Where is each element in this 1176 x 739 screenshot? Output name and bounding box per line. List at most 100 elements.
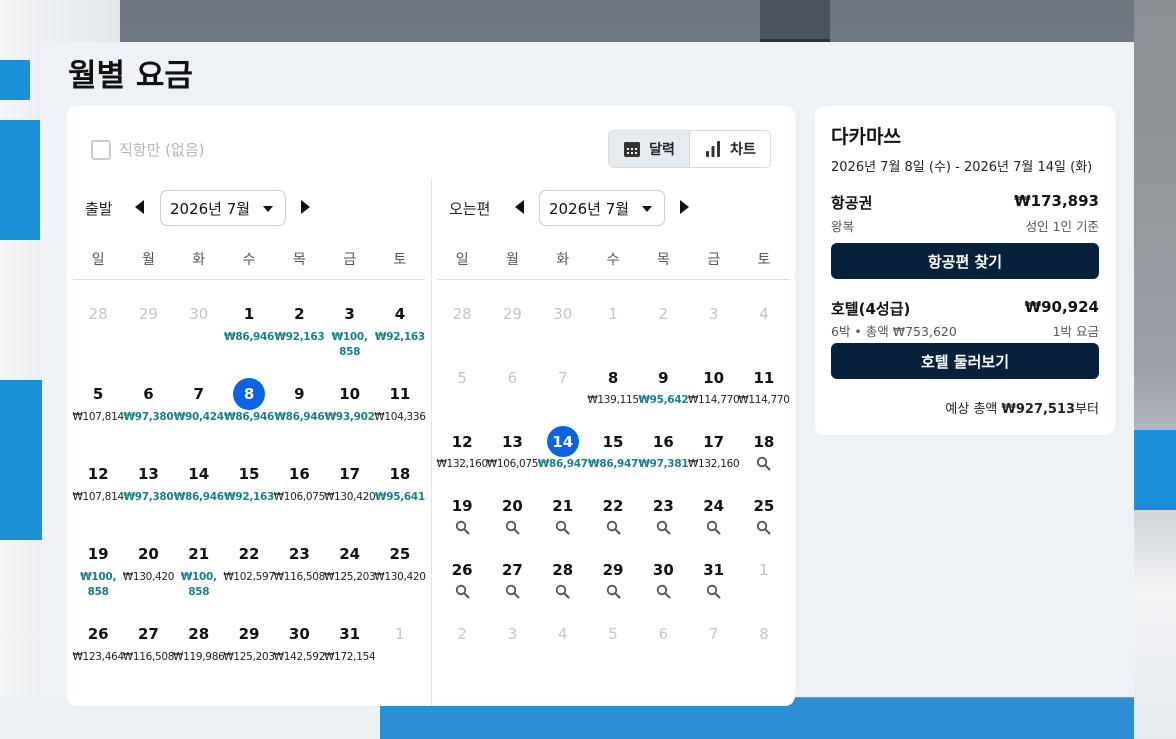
- day-cell[interactable]: 29 ₩125,203: [223, 600, 275, 680]
- depart-month-select[interactable]: 2026년 7월: [160, 190, 286, 226]
- day-cell[interactable]: 17 ₩132,160: [687, 408, 740, 472]
- search-icon[interactable]: [706, 520, 721, 535]
- day-cell[interactable]: 24 ₩125,203: [324, 520, 376, 600]
- day-cell[interactable]: 16 ₩106,075: [274, 440, 326, 520]
- browse-hotels-button[interactable]: 호텔 둘러보기: [831, 343, 1099, 379]
- depart-prev-month-icon[interactable]: [135, 200, 144, 214]
- day-number: 7: [334, 698, 366, 706]
- day-number: 3: [507, 625, 518, 643]
- day-number: 28: [188, 625, 210, 643]
- chart-view-button[interactable]: 차트: [690, 131, 770, 167]
- day-number: 23: [652, 497, 674, 515]
- day-cell[interactable]: 25: [739, 472, 789, 536]
- search-icon[interactable]: [555, 520, 570, 535]
- day-cell[interactable]: 28: [538, 536, 588, 600]
- day-number: 19: [87, 545, 109, 563]
- checkbox-box[interactable]: [91, 139, 111, 160]
- day-cell[interactable]: 13 ₩97,380: [123, 440, 173, 520]
- search-icon[interactable]: [555, 584, 570, 599]
- return-prev-month-icon[interactable]: [515, 200, 524, 214]
- day-cell[interactable]: 9 ₩95,642: [638, 344, 688, 408]
- day-cell[interactable]: 30 ₩142,592: [273, 600, 326, 680]
- day-cell[interactable]: 19: [437, 472, 487, 536]
- direct-only-checkbox[interactable]: 직항만 (없음): [91, 139, 204, 160]
- total-value: ₩927,513: [1001, 402, 1076, 417]
- search-icon[interactable]: [606, 520, 621, 535]
- day-cell[interactable]: 27: [487, 536, 537, 600]
- day-cell[interactable]: 26 ₩123,464: [72, 600, 124, 680]
- day-cell[interactable]: 26: [437, 536, 487, 600]
- day-cell-selected[interactable]: 14 ₩86,947: [538, 408, 588, 472]
- calendar-view-button[interactable]: 달력: [609, 131, 690, 167]
- day-cell[interactable]: 7 ₩90,424: [174, 360, 224, 440]
- day-cell[interactable]: 10 ₩93,902: [324, 360, 375, 440]
- day-cell[interactable]: 3 ₩100,858: [324, 280, 374, 360]
- search-icon[interactable]: [756, 520, 771, 535]
- day-cell[interactable]: 4 ₩92,163: [375, 280, 425, 360]
- day-number: 3: [132, 698, 164, 706]
- day-cell[interactable]: 29: [588, 536, 638, 600]
- day-cell[interactable]: 28 ₩119,986: [173, 600, 225, 680]
- day-cell[interactable]: 17 ₩130,420: [324, 440, 376, 520]
- day-cell[interactable]: 20 ₩130,420: [123, 520, 175, 600]
- search-icon[interactable]: [656, 584, 671, 599]
- day-cell[interactable]: 15 ₩92,163: [224, 440, 274, 520]
- day-cell[interactable]: 18 ₩95,641: [375, 440, 425, 520]
- day-cell[interactable]: 31: [688, 536, 738, 600]
- day-cell[interactable]: 10 ₩114,770: [688, 344, 740, 408]
- day-cell[interactable]: 5 ₩107,814: [72, 360, 124, 440]
- hotel-nights-total: 6박 • 총액 ₩753,620: [831, 324, 957, 339]
- day-cell[interactable]: 1 ₩86,946: [224, 280, 274, 360]
- day-cell: 8: [375, 680, 425, 706]
- day-cell[interactable]: 27 ₩116,508: [123, 600, 175, 680]
- search-icon[interactable]: [455, 584, 470, 599]
- search-icon[interactable]: [756, 456, 771, 471]
- day-cell[interactable]: 16 ₩97,381: [638, 408, 688, 472]
- find-flights-button[interactable]: 항공편 찾기: [831, 243, 1099, 279]
- view-toggle: 달력 차트: [608, 130, 771, 168]
- day-cell[interactable]: 12 ₩107,814: [72, 440, 124, 520]
- day-price: ₩142,592: [273, 651, 326, 663]
- day-cell[interactable]: 22 ₩102,597: [223, 520, 275, 600]
- day-cell[interactable]: 21: [538, 472, 588, 536]
- depart-month-value: 2026년 7월: [170, 199, 251, 218]
- day-cell[interactable]: 25 ₩130,420: [374, 520, 426, 600]
- day-cell[interactable]: 22: [588, 472, 638, 536]
- day-cell[interactable]: 23: [638, 472, 688, 536]
- day-cell[interactable]: 12 ₩132,160: [436, 408, 488, 472]
- day-cell[interactable]: 30: [638, 536, 688, 600]
- day-cell[interactable]: 24: [688, 472, 738, 536]
- day-cell[interactable]: 20: [487, 472, 537, 536]
- return-month-select[interactable]: 2026년 7월: [539, 190, 665, 226]
- search-icon[interactable]: [505, 584, 520, 599]
- day-cell[interactable]: 8 ₩139,115: [587, 344, 639, 408]
- day-cell[interactable]: 9 ₩86,946: [274, 360, 324, 440]
- search-icon[interactable]: [706, 584, 721, 599]
- day-cell[interactable]: 6 ₩97,380: [123, 360, 173, 440]
- day-cell[interactable]: 15 ₩86,947: [588, 408, 638, 472]
- search-icon[interactable]: [505, 520, 520, 535]
- search-icon[interactable]: [656, 520, 671, 535]
- day-cell[interactable]: 23 ₩116,508: [274, 520, 326, 600]
- search-icon[interactable]: [606, 584, 621, 599]
- day-number: 2: [457, 625, 467, 643]
- day-cell[interactable]: 11 ₩114,770: [738, 344, 790, 408]
- day-cell[interactable]: 18: [739, 408, 789, 472]
- weekday-header: 화: [537, 238, 588, 280]
- search-icon[interactable]: [455, 520, 470, 535]
- return-next-month-icon[interactable]: [680, 200, 689, 214]
- day-price: ₩86,946: [274, 411, 325, 423]
- day-cell[interactable]: 21 ₩100,858: [174, 520, 224, 600]
- day-number: 18: [753, 433, 775, 451]
- depart-next-month-icon[interactable]: [301, 200, 310, 214]
- day-cell[interactable]: 19 ₩100,858: [73, 520, 123, 600]
- day-cell[interactable]: 13 ₩106,075: [487, 408, 539, 472]
- day-cell[interactable]: 14 ₩86,946: [174, 440, 224, 520]
- day-number: 1: [759, 561, 769, 579]
- day-cell-selected[interactable]: 8 ₩86,946: [224, 360, 274, 440]
- day-cell[interactable]: 2 ₩92,163: [274, 280, 324, 360]
- day-cell[interactable]: 11 ₩104,336: [374, 360, 426, 440]
- day-price: ₩132,160: [687, 458, 740, 470]
- day-cell[interactable]: 31 ₩172,154: [324, 600, 376, 680]
- day-number: 24: [339, 545, 361, 563]
